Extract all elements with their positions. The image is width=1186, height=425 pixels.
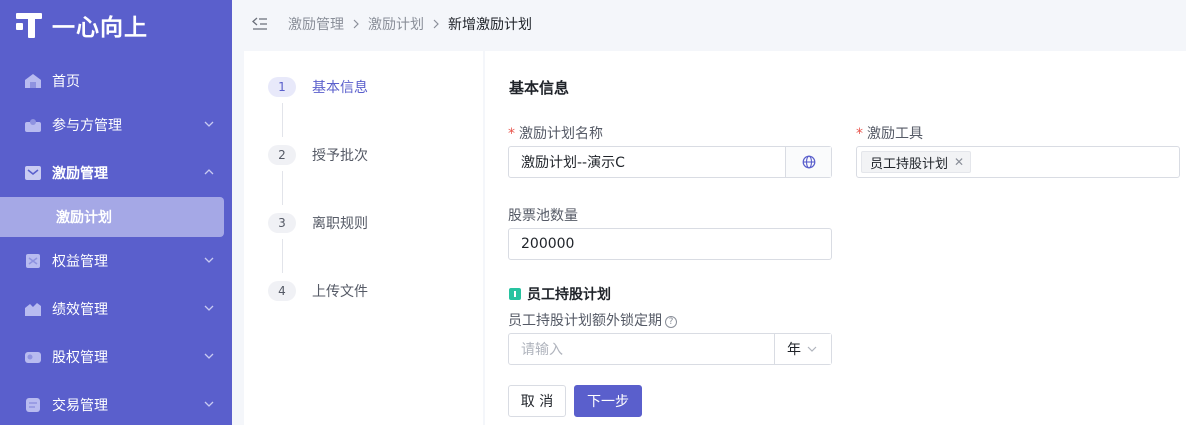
step-number: 3	[268, 213, 296, 233]
unit-select[interactable]: 年	[774, 334, 831, 364]
next-button[interactable]: 下一步	[574, 385, 642, 417]
tool-tag: 员工持股计划 ✕	[861, 151, 972, 173]
breadcrumb-item[interactable]: 激励管理	[288, 14, 344, 34]
sidebar-item-label: 交易管理	[52, 398, 108, 414]
incentive-icon	[25, 166, 41, 180]
chevron-down-icon	[204, 401, 214, 407]
breadcrumb-item[interactable]: 激励计划	[368, 14, 424, 34]
step-label: 离职规则	[312, 216, 368, 232]
step-label: 上传文件	[312, 284, 368, 300]
step-label: 基本信息	[312, 80, 368, 96]
logo-icon	[16, 11, 44, 39]
chevron-right-icon	[433, 19, 439, 29]
close-icon[interactable]: ✕	[954, 155, 964, 169]
sidebar-item-trade[interactable]: 交易管理	[0, 385, 232, 425]
lock-field[interactable]: 请输入 年	[508, 333, 832, 365]
step-number: 2	[268, 145, 296, 165]
trade-icon	[26, 398, 40, 412]
chevron-down-icon	[204, 257, 214, 263]
shares-icon	[25, 352, 41, 363]
step-connector	[282, 103, 283, 137]
sidebar-item-performance[interactable]: 绩效管理	[0, 289, 232, 329]
participants-icon	[25, 119, 41, 132]
tool-label: * 激励工具	[856, 126, 923, 142]
plan-section-label: 员工持股计划	[527, 287, 611, 303]
sidebar-item-label: 参与方管理	[52, 118, 122, 134]
section-title: 基本信息	[509, 79, 570, 97]
sidebar-subitem-incentive-plan[interactable]: 激励计划	[0, 197, 224, 237]
logo-text: 一心向上	[52, 15, 148, 41]
required-mark: *	[856, 126, 863, 142]
plan-section-heading: 员工持股计划	[509, 284, 611, 304]
step-label: 授予批次	[312, 148, 368, 164]
form-panel: 基本信息 * 激励计划名称 激励计划--演示C * 激励工具 员工持股计划 ✕ 股票…	[485, 51, 1186, 425]
step-basic-info[interactable]: 1 基本信息	[268, 77, 368, 97]
sidebar-item-incentive[interactable]: 激励管理	[0, 153, 232, 193]
breadcrumb-current: 新增激励计划	[448, 17, 532, 33]
chevron-right-icon	[353, 19, 359, 29]
plan-name-value: 激励计划--演示C	[521, 155, 625, 171]
step-number: 1	[268, 77, 296, 97]
required-mark: *	[508, 126, 515, 142]
steps-panel: 1 基本信息 2 授予批次 3 离职规则 4 上传文件	[244, 51, 483, 425]
chevron-down-icon	[204, 353, 214, 359]
sidebar-item-label: 绩效管理	[52, 302, 108, 318]
collapse-sidebar-icon[interactable]	[252, 17, 268, 31]
plan-name-field[interactable]: 激励计划--演示C	[508, 146, 832, 178]
plan-name-label: * 激励计划名称	[508, 126, 603, 142]
sidebar-item-label: 股权管理	[52, 350, 108, 366]
lock-input[interactable]: 请输入	[509, 339, 774, 359]
sidebar-item-participants[interactable]: 参与方管理	[0, 105, 232, 145]
breadcrumb: 激励管理 激励计划 新增激励计划	[232, 0, 1186, 48]
performance-icon	[25, 303, 41, 316]
sidebar: 一心向上 首页 参与方管理 激励管理 激励计划 权益管理 绩效管理 股权管理 交…	[0, 0, 232, 425]
step-upload-files[interactable]: 4 上传文件	[268, 281, 368, 301]
step-grant-batch[interactable]: 2 授予批次	[268, 145, 368, 165]
sidebar-item-home[interactable]: 首页	[0, 61, 232, 101]
pool-field[interactable]: 200000	[508, 228, 832, 260]
language-button[interactable]	[785, 147, 831, 177]
chevron-up-icon	[204, 169, 214, 175]
sidebar-item-label: 激励管理	[52, 166, 108, 182]
step-number: 4	[268, 281, 296, 301]
pool-value: 200000	[521, 236, 575, 252]
cancel-button[interactable]: 取 消	[508, 385, 566, 417]
logo[interactable]: 一心向上	[16, 10, 148, 41]
sidebar-item-label: 首页	[52, 74, 80, 90]
sidebar-item-shares[interactable]: 股权管理	[0, 337, 232, 377]
step-leave-rules[interactable]: 3 离职规则	[268, 213, 368, 233]
step-connector	[282, 171, 283, 205]
question-icon[interactable]: ?	[665, 316, 677, 328]
globe-icon	[802, 155, 815, 169]
sidebar-item-label: 权益管理	[52, 254, 108, 270]
chevron-down-icon	[204, 305, 214, 311]
sidebar-item-equity-rights[interactable]: 权益管理	[0, 241, 232, 281]
info-badge-icon	[509, 288, 521, 300]
step-connector	[282, 239, 283, 273]
home-icon	[25, 74, 41, 88]
unit-value: 年	[787, 342, 801, 358]
pool-label: 股票池数量	[508, 208, 578, 224]
tool-tag-label: 员工持股计划	[870, 156, 949, 172]
chevron-down-icon	[807, 346, 817, 352]
chevron-down-icon	[204, 121, 214, 127]
equity-rights-icon	[26, 254, 40, 268]
lock-label: 员工持股计划额外锁定期?	[508, 310, 677, 330]
tool-select[interactable]: 员工持股计划 ✕	[856, 146, 1180, 178]
